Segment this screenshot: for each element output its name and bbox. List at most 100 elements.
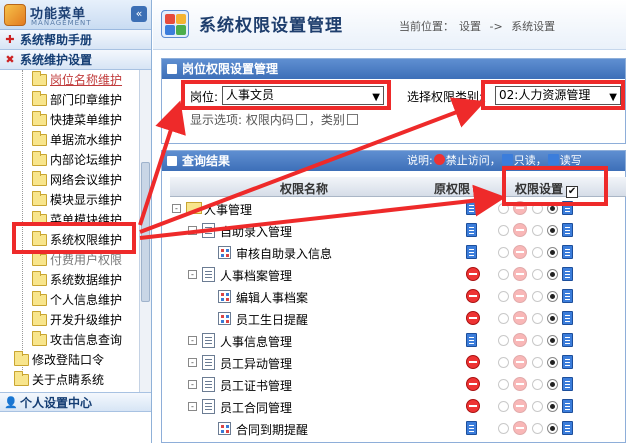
permission-name: 人事信息管理	[220, 335, 293, 349]
radio-none[interactable]	[498, 379, 509, 390]
module-icon	[218, 246, 231, 259]
read-only-icon	[466, 201, 477, 215]
sidebar-section-help[interactable]: ✚ 系统帮助手册	[0, 30, 151, 50]
radio-read[interactable]	[547, 423, 558, 434]
radio-none[interactable]	[498, 313, 509, 324]
radio-none[interactable]	[498, 247, 509, 258]
deny-icon	[513, 399, 527, 413]
show-category-checkbox[interactable]	[346, 114, 358, 125]
user-icon: 👤	[4, 396, 18, 409]
table-row: - 人事档案管理	[170, 264, 626, 286]
column-header-name[interactable]: 权限名称	[280, 180, 328, 197]
table-row: - 员工异动管理	[170, 352, 626, 374]
radio-read[interactable]	[547, 269, 558, 280]
radio-deny[interactable]	[532, 291, 543, 302]
radio-none[interactable]	[498, 423, 509, 434]
sidebar-section-maintenance[interactable]: ✖ 系统维护设置	[0, 50, 151, 70]
read-only-icon	[466, 245, 477, 259]
sidebar-section-personal[interactable]: 👤 个人设置中心	[0, 392, 151, 412]
radio-none[interactable]	[498, 335, 509, 346]
radio-read[interactable]	[547, 313, 558, 324]
collapse-sidebar-button[interactable]: «	[131, 6, 147, 22]
app-grid-icon	[161, 10, 189, 38]
read-only-icon	[562, 267, 573, 281]
read-only-icon	[562, 223, 573, 237]
radio-none[interactable]	[498, 291, 509, 302]
tree-expander-icon[interactable]: -	[172, 204, 181, 213]
tree-expander-icon[interactable]: -	[188, 358, 197, 367]
folder-icon	[32, 271, 47, 286]
radio-deny[interactable]	[532, 357, 543, 368]
breadcrumb-item[interactable]: 系统设置	[511, 20, 555, 33]
deny-icon	[513, 289, 527, 303]
radio-read[interactable]	[547, 401, 558, 412]
radio-deny[interactable]	[532, 335, 543, 346]
read-only-icon	[562, 333, 573, 347]
permission-name: 员工证书管理	[220, 379, 293, 393]
module-icon	[218, 290, 231, 303]
radio-read[interactable]	[547, 225, 558, 236]
radio-deny[interactable]	[532, 423, 543, 434]
permission-name: 合同到期提醒	[236, 423, 309, 437]
radio-none[interactable]	[498, 357, 509, 368]
tree-expander-icon[interactable]: -	[188, 336, 197, 345]
tree-expander-icon[interactable]: -	[188, 380, 197, 389]
tree-expander-icon[interactable]: -	[188, 226, 197, 235]
scrollbar-thumb[interactable]	[141, 162, 150, 302]
table-row: - 员工合同管理	[170, 396, 626, 418]
sidebar-section-label: 个人设置中心	[20, 396, 93, 410]
radio-deny[interactable]	[532, 225, 543, 236]
column-header-original[interactable]: 原权限	[434, 180, 470, 197]
document-icon	[202, 355, 215, 370]
folder-icon	[32, 151, 47, 166]
radio-read[interactable]	[547, 379, 558, 390]
radio-none[interactable]	[498, 401, 509, 412]
radio-deny[interactable]	[532, 379, 543, 390]
show-code-checkbox[interactable]	[295, 114, 307, 125]
radio-none[interactable]	[498, 225, 509, 236]
radio-deny[interactable]	[532, 401, 543, 412]
deny-icon	[466, 355, 480, 369]
radio-read[interactable]	[547, 291, 558, 302]
folder-open-icon	[186, 202, 202, 214]
radio-deny[interactable]	[532, 247, 543, 258]
radio-read[interactable]	[547, 335, 558, 346]
sidebar-item-label: 关于点睛系统	[32, 373, 105, 387]
breadcrumb: 当前位置： 设置 -> 系统设置	[399, 18, 560, 34]
sidebar-item-label: 快捷菜单维护	[50, 113, 123, 127]
deny-icon	[513, 223, 527, 237]
breadcrumb-separator: ->	[489, 20, 503, 33]
folder-icon	[32, 71, 47, 86]
sidebar-item-label: 攻击信息查询	[50, 333, 123, 347]
radio-deny[interactable]	[532, 269, 543, 280]
panel-icon	[167, 156, 177, 166]
tree-line	[22, 70, 23, 370]
document-icon	[202, 333, 215, 348]
table-row: - 自助录入管理	[170, 220, 626, 242]
breadcrumb-item[interactable]: 设置	[459, 20, 481, 33]
radio-read[interactable]	[547, 357, 558, 368]
read-only-icon	[466, 223, 477, 237]
sidebar-scrollbar[interactable]	[139, 70, 151, 393]
deny-icon	[513, 245, 527, 259]
sidebar-item-label: 岗位名称维护	[50, 73, 123, 87]
read-only-icon	[562, 289, 573, 303]
radio-none[interactable]	[498, 269, 509, 280]
read-write-icon	[547, 154, 559, 165]
sidebar-item-label: 修改登陆口令	[32, 353, 105, 367]
table-row: 审核自助录入信息	[170, 242, 626, 264]
radio-read[interactable]	[547, 247, 558, 258]
tree-expander-icon[interactable]: -	[188, 402, 197, 411]
sidebar-subtitle: MANAGEMENT	[31, 19, 92, 27]
permission-name: 编辑人事档案	[236, 291, 309, 305]
radio-deny[interactable]	[532, 313, 543, 324]
folder-icon	[32, 171, 47, 186]
read-only-icon	[562, 421, 573, 435]
tree-expander-icon[interactable]: -	[188, 270, 197, 279]
panel-icon	[167, 64, 177, 74]
module-icon	[218, 312, 231, 325]
page-title: 系统权限设置管理	[199, 16, 343, 36]
module-icon	[218, 422, 231, 435]
permission-name: 人事管理	[204, 203, 253, 217]
read-only-icon	[466, 421, 477, 435]
